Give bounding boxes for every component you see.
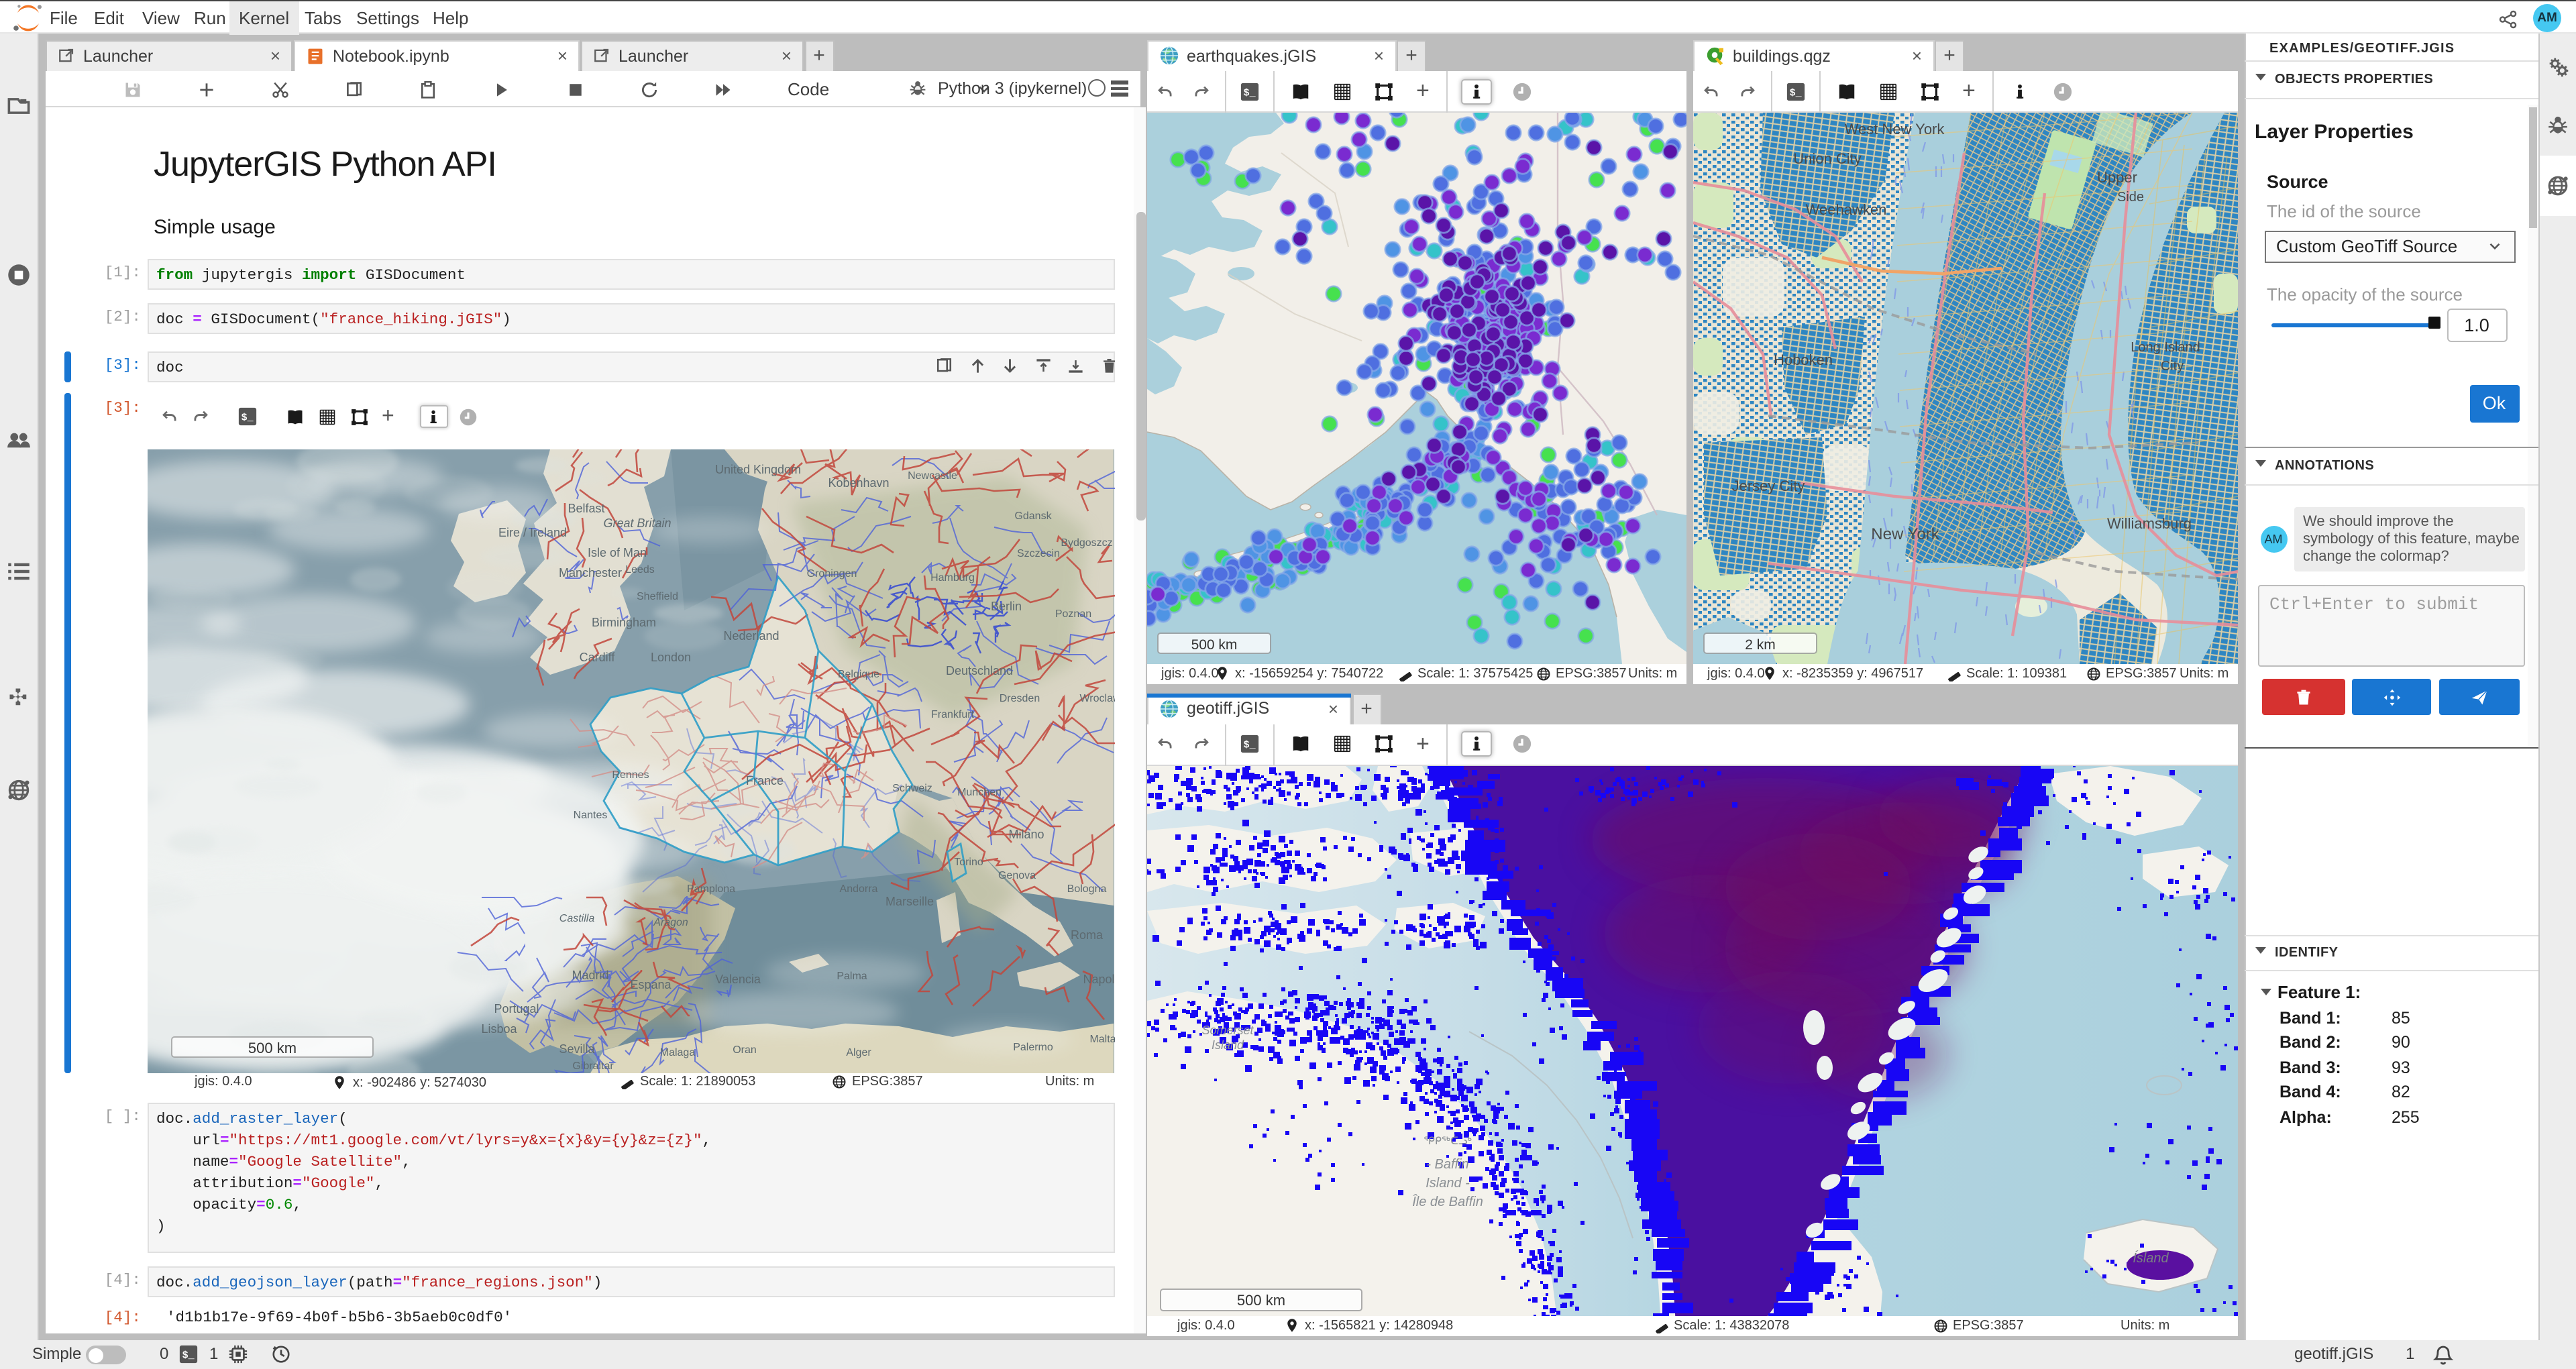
svg-text:500 km: 500 km [248, 1039, 297, 1056]
svg-text:Berlin: Berlin [991, 599, 1022, 612]
svg-text:West New York: West New York [1844, 121, 1945, 138]
svg-text:Gibraltar: Gibraltar [572, 1060, 614, 1071]
svg-text:Hoboken: Hoboken [1773, 351, 1832, 368]
svg-text:Union City: Union City [1792, 150, 1860, 167]
svg-text:Kobenhavn: Kobenhavn [828, 476, 889, 489]
svg-text:2 km: 2 km [1744, 637, 1775, 653]
svg-text:Napoli: Napoli [1083, 972, 1114, 985]
svg-text:Long Island: Long Island [2130, 340, 2199, 355]
svg-text:Aragon: Aragon [653, 916, 688, 928]
svg-text:Sevilla: Sevilla [559, 1042, 595, 1055]
svg-text:Island -: Island - [1425, 1175, 1469, 1190]
svg-text:Roma: Roma [1071, 928, 1104, 941]
svg-text:Newcastle: Newcastle [908, 470, 957, 481]
svg-text:Groningen: Groningen [807, 567, 857, 579]
svg-text:Pamplona: Pamplona [687, 883, 735, 894]
svg-text:Nantes: Nantes [574, 809, 608, 820]
svg-text:Birmingham: Birmingham [592, 615, 656, 628]
svg-text:Schweiz: Schweiz [892, 782, 932, 793]
svg-text:Williamsburg: Williamsburg [2106, 515, 2191, 532]
svg-text:Munchen: Munchen [957, 786, 1002, 798]
svg-text:$_: $_ [1243, 87, 1256, 99]
svg-text:Hamburg: Hamburg [930, 571, 975, 583]
svg-text:Eire / Ireland: Eire / Ireland [498, 525, 567, 539]
svg-text:Szczecin: Szczecin [1017, 547, 1060, 559]
svg-text:Sheffield: Sheffield [637, 590, 678, 602]
svg-text:Dresden: Dresden [1000, 692, 1040, 704]
svg-text:United Kingdom: United Kingdom [715, 462, 801, 476]
svg-text:500 km: 500 km [1191, 637, 1237, 653]
svg-text:Ísland: Ísland [2132, 1250, 2168, 1265]
svg-text:Milano: Milano [1008, 827, 1044, 840]
svg-text:Marseille: Marseille [885, 894, 934, 908]
svg-text:Gdansk: Gdansk [1014, 510, 1052, 521]
svg-text:Espana: Espana [630, 977, 672, 991]
svg-text:London: London [651, 650, 691, 663]
svg-text:Poznan: Poznan [1055, 608, 1091, 619]
svg-text:Lisboa: Lisboa [481, 1022, 517, 1035]
svg-text:Nederland: Nederland [723, 628, 779, 642]
svg-text:Andorra: Andorra [840, 883, 878, 894]
svg-text:Valencia: Valencia [715, 972, 761, 985]
svg-text:- Baffin: - Baffin [1426, 1156, 1468, 1171]
svg-text:Manchester: Manchester [559, 565, 622, 579]
svg-text:Madrid: Madrid [572, 968, 608, 981]
svg-text:Palma: Palma [837, 970, 867, 981]
svg-text:Belfast: Belfast [568, 501, 604, 514]
svg-text:Somerset: Somerset [1201, 1023, 1253, 1036]
svg-text:Malta: Malta [1089, 1033, 1114, 1044]
svg-text:Rennes: Rennes [612, 769, 649, 780]
svg-text:ᕿᑭᖅᑖᓗᒃ: ᕿᑭᖅᑖᓗᒃ [1423, 1134, 1471, 1146]
svg-text:Upper: Upper [2096, 169, 2137, 186]
svg-text:Castilla: Castilla [559, 912, 595, 924]
svg-text:New York: New York [1870, 525, 1939, 543]
svg-text:Bologna: Bologna [1067, 883, 1107, 894]
svg-text:Island: Island [1211, 1038, 1244, 1051]
svg-text:Wroclaw: Wroclaw [1079, 692, 1114, 704]
svg-text:Île de Baffin: Île de Baffin [1411, 1193, 1483, 1209]
svg-text:Cardiff: Cardiff [580, 650, 616, 663]
svg-text:Alger: Alger [846, 1046, 871, 1058]
svg-text:$_: $_ [1243, 740, 1256, 751]
svg-text:$_: $_ [241, 413, 254, 424]
svg-text:Bydgoszcz: Bydgoszcz [1061, 537, 1112, 548]
svg-text:500 km: 500 km [1236, 1291, 1285, 1308]
svg-text:Leeds: Leeds [625, 563, 655, 575]
svg-text:Oran: Oran [733, 1044, 757, 1055]
svg-text:Portugal: Portugal [494, 1001, 539, 1015]
svg-text:$_: $_ [1789, 87, 1802, 99]
svg-text:Palermo: Palermo [1013, 1041, 1053, 1052]
svg-text:Side: Side [2116, 190, 2143, 205]
svg-text:Deutschland: Deutschland [946, 663, 1013, 677]
svg-text:Isle of Man: Isle of Man [588, 545, 647, 559]
svg-text:Torino: Torino [954, 856, 983, 867]
svg-text:Belgique: Belgique [838, 668, 879, 679]
svg-text:Malaga: Malaga [660, 1046, 696, 1058]
svg-text:Weehawken: Weehawken [1805, 201, 1886, 218]
svg-text:France: France [746, 773, 784, 787]
svg-text:Frankfurt: Frankfurt [931, 708, 975, 720]
svg-text:Genova: Genova [998, 869, 1036, 881]
svg-text:City: City [2160, 359, 2183, 374]
svg-text:Great Britain: Great Britain [603, 516, 671, 529]
svg-text:$_: $_ [182, 1350, 195, 1362]
svg-text:Jersey City: Jersey City [1731, 478, 1805, 494]
